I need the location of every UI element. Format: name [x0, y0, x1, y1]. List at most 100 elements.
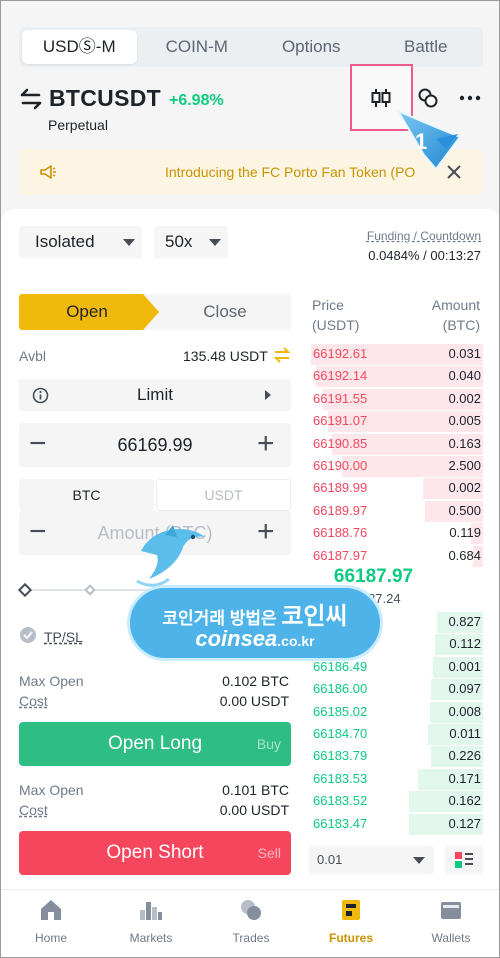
nav-futures[interactable]: Futures: [301, 890, 401, 957]
nav-home[interactable]: Home: [1, 890, 101, 957]
bid-amount: 0.171: [448, 770, 481, 786]
transfer-icon[interactable]: [273, 347, 291, 363]
tab-usds-m[interactable]: USDⓈ-M: [22, 30, 137, 64]
open-short-button[interactable]: Open Short Sell: [19, 831, 291, 875]
symbol-name: BTCUSDT: [49, 85, 161, 111]
funding-value: 0.0484% / 00:13:27: [368, 248, 481, 263]
precision-select[interactable]: 0.01: [309, 846, 434, 874]
plus-icon[interactable]: +: [257, 517, 275, 547]
margin-mode-label: Isolated: [35, 232, 95, 251]
nav-trades-label: Trades: [232, 931, 270, 945]
leverage-label: 50x: [165, 232, 193, 251]
ask-price: 66192.14: [313, 368, 368, 384]
price-header-line1: Price: [312, 297, 344, 313]
bid-price: 66186.49: [313, 658, 368, 674]
open-long-button[interactable]: Open Long Buy: [19, 722, 291, 766]
bid-amount: 0.162: [448, 793, 481, 809]
bid-price: 66183.47: [313, 815, 368, 831]
price-value: 66169.99: [117, 435, 193, 455]
tpsl-label[interactable]: TP/SL: [44, 629, 83, 645]
ask-row[interactable]: 66190.85 0.163: [311, 433, 483, 455]
tab-battle[interactable]: Battle: [369, 27, 484, 67]
bid-row[interactable]: 66183.53 0.171: [311, 768, 483, 790]
amount-header: Amount (BTC): [432, 295, 480, 335]
ask-row[interactable]: 66191.55 0.002: [311, 388, 483, 410]
order-type-label: Limit: [137, 385, 173, 404]
callout-arrow-badge: [396, 109, 462, 171]
bid-row[interactable]: 66186.00 0.097: [311, 678, 483, 701]
callout-number: 1: [415, 129, 428, 154]
nav-wallets-label: Wallets: [431, 931, 471, 945]
banner-text: Introducing the FC Porto Fan Token (PO: [165, 164, 416, 180]
ask-row[interactable]: 66189.99 0.002: [311, 477, 483, 500]
markets-icon: [140, 902, 162, 920]
nav-futures-label: Futures: [328, 931, 373, 945]
trades-icon: [241, 900, 261, 920]
ask-row[interactable]: 66188.76 0.119: [311, 522, 483, 545]
ask-price: 66189.97: [313, 502, 368, 518]
avbl-label: Avbl: [19, 348, 46, 364]
symbol-selector[interactable]: BTCUSDT +6.98%: [19, 85, 224, 112]
swap-icon: [20, 88, 42, 109]
plus-icon[interactable]: +: [257, 429, 275, 459]
nav-wallets[interactable]: Wallets: [401, 890, 499, 957]
unit-usdt-label: USDT: [204, 487, 243, 503]
bid-row[interactable]: 66183.79 0.226: [311, 745, 483, 768]
bid-price: 66183.79: [313, 748, 368, 764]
margin-mode-select[interactable]: Isolated: [19, 226, 142, 258]
ask-row[interactable]: 66192.61 0.031: [311, 343, 483, 365]
chevron-down-icon: [123, 239, 135, 246]
unit-btc-tab[interactable]: BTC: [19, 479, 154, 511]
short-cost-label: Cost: [19, 802, 48, 818]
nav-markets[interactable]: Markets: [101, 890, 201, 957]
price-change: +6.98%: [168, 91, 224, 109]
futures-icon: [342, 900, 360, 920]
nav-trades[interactable]: Trades: [201, 890, 301, 957]
bid-price: 66185.02: [313, 703, 368, 719]
home-icon: [41, 900, 61, 920]
order-type-select[interactable]: Limit: [19, 379, 291, 411]
ask-row[interactable]: 66191.07 0.005: [311, 410, 483, 433]
bid-amount: 0.011: [449, 726, 481, 741]
book-layout-button[interactable]: [445, 846, 483, 874]
chevron-down-icon: [413, 857, 425, 864]
open-long-label: Open Long: [107, 733, 203, 754]
tab-options[interactable]: Options: [254, 27, 369, 67]
checkbox-icon[interactable]: [19, 626, 37, 644]
ask-amount: 2.500: [448, 458, 481, 473]
ask-amount: 0.031: [448, 346, 481, 361]
ask-row[interactable]: 66189.97 0.500: [311, 500, 483, 522]
ask-price: 66188.76: [313, 525, 368, 541]
funding-label[interactable]: Funding / Countdown: [367, 229, 481, 243]
ask-price: 66191.55: [313, 390, 368, 406]
tab-coin-m[interactable]: COIN-M: [140, 27, 255, 67]
bid-row[interactable]: 66184.70 0.011: [311, 723, 483, 745]
price-input[interactable]: − 66169.99 +: [19, 423, 291, 467]
candlestick-chart-icon[interactable]: [370, 87, 392, 109]
ask-row[interactable]: 66190.00 2.500: [311, 455, 483, 477]
ask-price: 66190.00: [313, 458, 368, 473]
bid-row[interactable]: 66185.02 0.008: [311, 701, 483, 723]
swap-coin-icon[interactable]: [417, 87, 439, 109]
wallet-icon: [441, 902, 461, 919]
watermark-suffix: .co.kr: [277, 633, 315, 649]
amount-header-line2: (BTC): [442, 317, 480, 333]
watermark-banner: 코인거래 방법은 코인씨 coinsea.co.kr: [127, 585, 383, 661]
ask-row[interactable]: 66187.97 0.684: [311, 545, 483, 567]
ask-amount: 0.002: [448, 390, 481, 406]
leverage-select[interactable]: 50x: [154, 226, 228, 258]
bid-amount: 0.112: [449, 636, 481, 652]
bid-row[interactable]: 66183.52 0.162: [311, 790, 483, 813]
megaphone-icon: [40, 165, 56, 179]
more-icon[interactable]: [459, 94, 481, 102]
nav-markets-label: Markets: [129, 931, 173, 945]
ask-row[interactable]: 66192.14 0.040: [311, 365, 483, 388]
bid-price: 66183.52: [313, 793, 368, 809]
close-tab[interactable]: Close: [159, 294, 291, 330]
bid-amount: 0.827: [448, 614, 481, 629]
amount-header-line1: Amount: [431, 297, 480, 313]
bid-row[interactable]: 66183.47 0.127: [311, 813, 483, 835]
unit-usdt-tab[interactable]: USDT: [156, 479, 291, 511]
short-max-open-label: Max Open: [19, 782, 84, 798]
ask-price: 66192.61: [313, 346, 368, 361]
